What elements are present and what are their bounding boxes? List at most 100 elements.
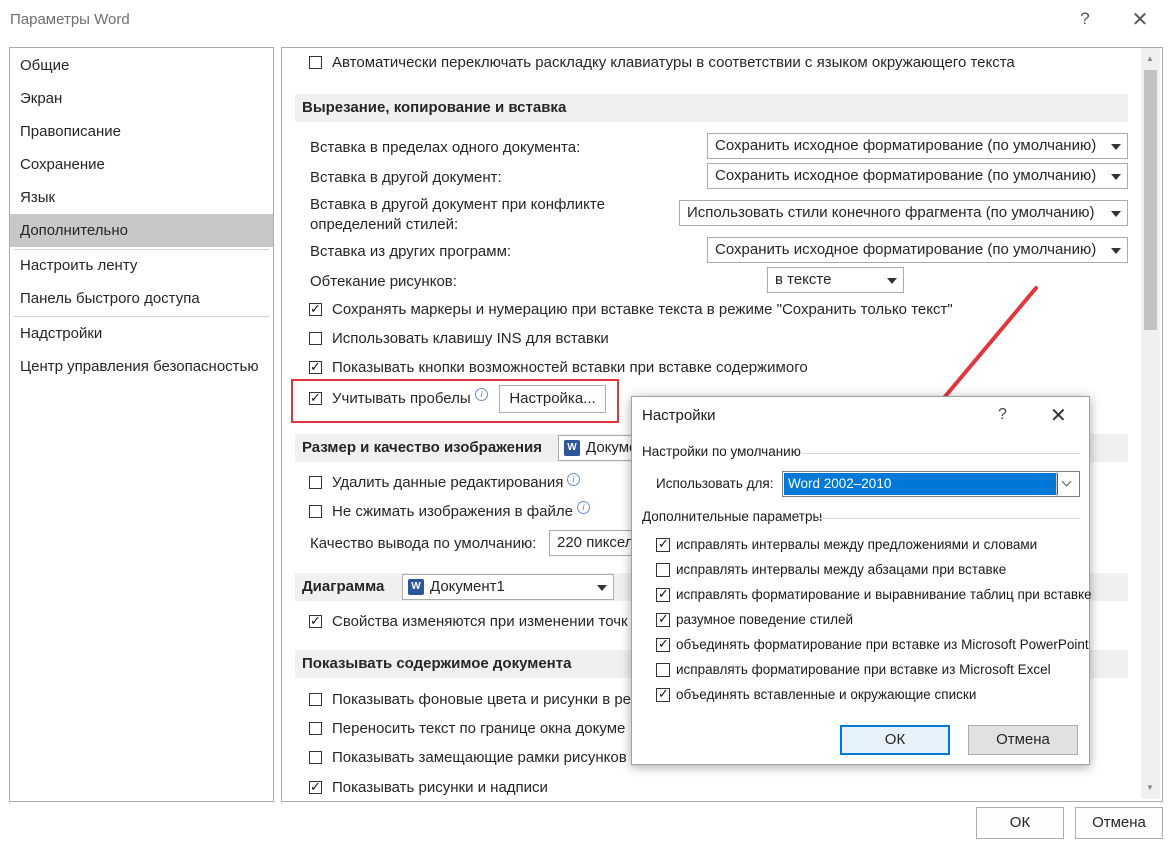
paste-programs-label: Вставка из других программ: [310,243,512,260]
paste-within-value: Сохранить исходное форматирование (по ум… [715,137,1097,154]
show-paste-buttons-checkbox[interactable] [309,358,322,376]
dialog-help-button[interactable]: ? [998,406,1007,424]
section-chart-title: Диаграмма [302,578,385,595]
nav-item-language[interactable]: Язык [10,181,273,214]
use-for-value: Word 2002–2010 [784,473,1058,495]
scroll-down-icon[interactable]: ▼ [1145,783,1155,793]
paste-programs-dropdown[interactable]: Сохранить исходное форматирование (по ум… [707,237,1128,263]
settings-dialog: Настройки ? ✕ Настройки по умолчанию Исп… [631,396,1092,765]
ok-button[interactable]: ОК [976,807,1064,839]
show-drawings-label: Показывать рисунки и надписи [332,779,548,796]
scroll-up-icon[interactable]: ▲ [1145,54,1155,64]
option-label-4: разумное поведение стилей [676,612,854,627]
nav-item-quick-access[interactable]: Панель быстрого доступа [10,282,273,315]
placeholders-checkbox[interactable] [309,751,322,764]
chevron-down-icon[interactable] [1056,472,1079,496]
use-for-dropdown[interactable]: Word 2002–2010 [782,471,1080,497]
group-divider [800,453,1080,454]
chevron-down-icon [1111,174,1121,180]
image-doc-dropdown[interactable]: WДокумент1 [558,435,638,461]
option-label-3: исправлять форматирование и выравнивание… [676,587,1092,602]
paste-programs-value: Сохранить исходное форматирование (по ум… [715,241,1097,258]
paste-other-value: Сохранить исходное форматирование (по ум… [715,167,1097,184]
option-checkbox-4[interactable] [656,610,670,628]
nav-item-display[interactable]: Экран [10,82,273,115]
chevron-down-icon [1111,144,1121,150]
discard-edit-label: Удалить данные редактирования [332,474,564,491]
wrap-window-checkbox[interactable] [309,722,322,735]
option-label-7: объединять вставленные и окружающие спис… [676,687,977,702]
wrap-dropdown[interactable]: в тексте [767,267,904,293]
show-bg-label: Показывать фоновые цвета и рисунки в ре [332,691,632,708]
wrap-window-label: Переносить текст по границе окна докуме [332,720,626,737]
show-paste-buttons-label: Показывать кнопки возможностей вставки п… [332,359,808,376]
paste-conflict-label-1: Вставка в другой документ при конфликте [310,196,605,213]
nav-item-proofing[interactable]: Правописание [10,115,273,148]
default-quality-value: 220 пиксел [557,534,634,551]
chart-doc-value: Документ1 [430,578,505,595]
show-drawings-checkbox[interactable] [309,778,322,796]
paste-conflict-dropdown[interactable]: Использовать стили конечного фрагмента (… [679,200,1128,226]
chart-props-checkbox[interactable] [309,612,322,630]
auto-switch-label: Автоматически переключать раскладку клав… [332,54,1015,71]
cancel-button[interactable]: Отмена [1075,807,1163,839]
no-compress-checkbox[interactable] [309,505,322,518]
auto-switch-checkbox[interactable] [309,56,322,69]
info-icon: i [567,473,580,486]
dialog-title: Настройки [642,407,716,424]
wrap-label: Обтекание рисунков: [310,273,457,290]
option-checkbox-3[interactable] [656,585,670,603]
nav-item-trust-center[interactable]: Центр управления безопасностью [10,350,273,383]
nav-item-customize-ribbon[interactable]: Настроить ленту [10,249,273,282]
chevron-down-icon [1111,248,1121,254]
paste-conflict-label-2: определений стилей: [310,216,459,233]
word-doc-icon: W [564,440,580,456]
highlight-box [291,379,619,423]
chart-doc-dropdown[interactable]: W Документ1 [402,574,614,600]
option-checkbox-6[interactable] [656,663,670,677]
default-quality-label: Качество вывода по умолчанию: [310,535,537,552]
window-title: Параметры Word [10,11,130,28]
dialog-close-button[interactable]: ✕ [1050,403,1067,428]
placeholders-label: Показывать замещающие рамки рисунков [332,749,627,766]
paste-other-dropdown[interactable]: Сохранить исходное форматирование (по ум… [707,163,1128,189]
option-label-2: исправлять интервалы между абзацами при … [676,562,1007,577]
nav-item-save[interactable]: Сохранение [10,148,273,181]
default-quality-dropdown[interactable]: 220 пиксел [549,530,639,556]
paste-other-label: Вставка в другой документ: [310,169,502,186]
chevron-down-icon [597,585,607,591]
group-divider [818,518,1080,519]
option-checkbox-7[interactable] [656,685,670,703]
dialog-ok-button[interactable]: ОК [840,725,950,755]
nav-item-advanced[interactable]: Дополнительно [10,214,273,247]
extra-group-title: Дополнительные параметры [642,509,823,524]
option-checkbox-5[interactable] [656,635,670,653]
show-bg-checkbox[interactable] [309,693,322,706]
keep-bullets-label: Сохранять маркеры и нумерацию при вставк… [332,301,953,318]
nav-item-addins[interactable]: Надстройки [10,317,273,350]
paste-conflict-value: Использовать стили конечного фрагмента (… [687,204,1095,221]
option-checkbox-2[interactable] [656,563,670,577]
section-image-size-title: Размер и качество изображения [302,439,542,456]
scroll-thumb[interactable] [1144,70,1157,330]
use-ins-label: Использовать клавишу INS для вставки [332,330,609,347]
paste-within-dropdown[interactable]: Сохранить исходное форматирование (по ум… [707,133,1128,159]
option-label-5: объединять форматирование при вставке из… [676,637,1089,652]
chevron-down-icon [1111,211,1121,217]
chart-props-label: Свойства изменяются при изменении точк [332,613,628,630]
vertical-scrollbar[interactable]: ▲ ▼ [1141,48,1160,799]
help-button[interactable]: ? [1077,9,1093,29]
defaults-group-title: Настройки по умолчанию [642,444,801,459]
info-icon: i [577,501,590,514]
option-checkbox-1[interactable] [656,535,670,553]
discard-edit-checkbox[interactable] [309,476,322,489]
wrap-value: в тексте [775,271,832,288]
dialog-cancel-button[interactable]: Отмена [968,725,1078,755]
word-doc-icon: W [408,579,424,595]
use-ins-checkbox[interactable] [309,332,322,345]
nav-item-general[interactable]: Общие [10,49,273,82]
chevron-down-icon [887,278,897,284]
option-label-6: исправлять форматирование при вставке из… [676,662,1051,677]
close-button[interactable]: ✕ [1128,7,1152,32]
keep-bullets-checkbox[interactable] [309,300,322,318]
